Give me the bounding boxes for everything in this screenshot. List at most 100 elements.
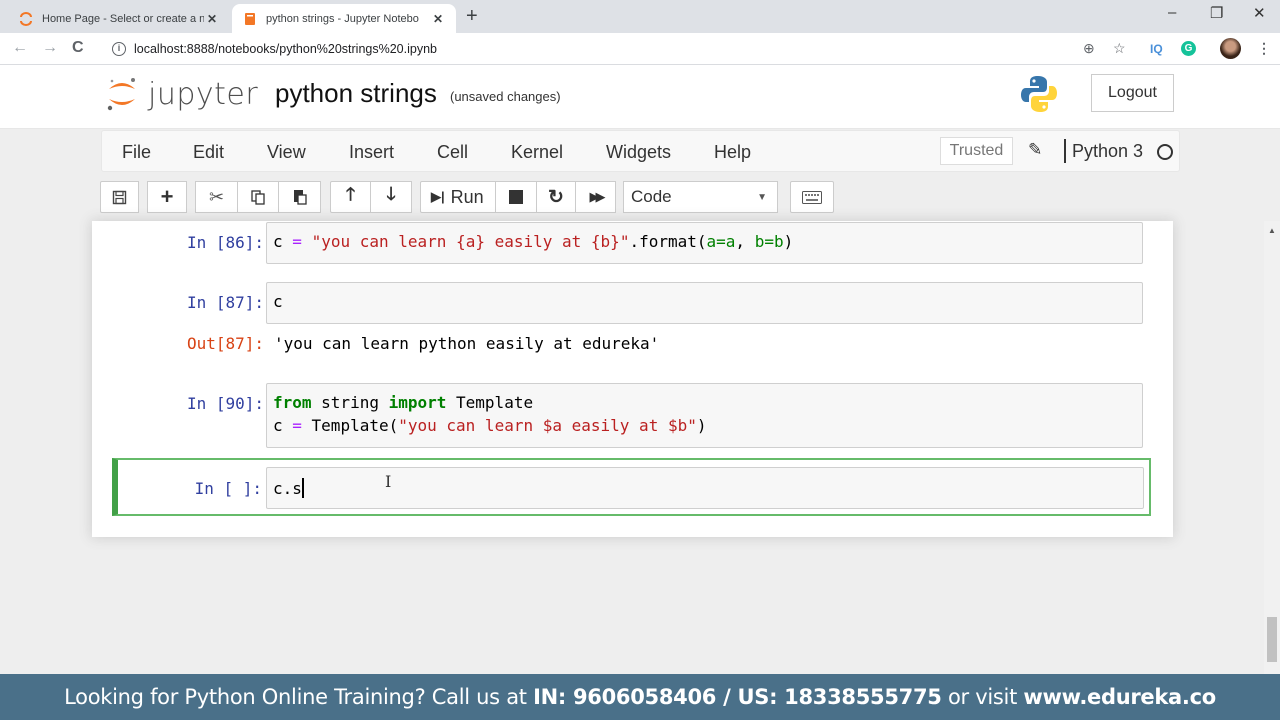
- tab-title: Home Page - Select or create a n: [42, 12, 204, 25]
- cell-type-select[interactable]: Code ▼: [623, 181, 778, 213]
- tab-python-strings[interactable]: python strings - Jupyter Notebo ✕: [232, 4, 456, 33]
- close-window-button[interactable]: ✕: [1253, 4, 1266, 22]
- interrupt-button[interactable]: [495, 181, 537, 213]
- jupyter-logo-icon: [107, 78, 135, 111]
- run-label: Run: [450, 186, 484, 207]
- jupyter-header: jupyter python strings (unsaved changes)…: [0, 65, 1280, 129]
- tab-home-page[interactable]: Home Page - Select or create a n ✕: [8, 4, 230, 33]
- fast-forward-icon: ▶▶: [589, 189, 606, 204]
- cell-input[interactable]: from string import Template c = Template…: [266, 383, 1143, 448]
- scroll-up-arrow-icon[interactable]: ▲: [1268, 226, 1276, 235]
- profile-avatar[interactable]: [1220, 38, 1241, 59]
- restart-run-all-button[interactable]: ▶▶: [575, 181, 616, 213]
- close-tab-icon[interactable]: ✕: [430, 12, 446, 26]
- grammarly-icon[interactable]: G: [1181, 41, 1196, 56]
- insert-cell-button[interactable]: +: [147, 181, 187, 213]
- menu-file[interactable]: File: [122, 142, 151, 163]
- copy-icon: [251, 190, 265, 205]
- close-tab-icon[interactable]: ✕: [204, 12, 220, 26]
- jupyter-icon: [18, 11, 34, 27]
- back-arrow-icon[interactable]: ←: [12, 39, 28, 57]
- banner-text: Looking for Python Online Training? Call…: [64, 685, 534, 709]
- cut-button[interactable]: ✂: [195, 181, 238, 213]
- banner-phone: IN: 9606058406 / US: 18338555775: [533, 685, 942, 709]
- restart-icon: ↻: [548, 186, 564, 208]
- move-down-button[interactable]: 🡓: [370, 181, 412, 213]
- paste-button[interactable]: [278, 181, 321, 213]
- code-cell[interactable]: In [90]: from string import Template c =…: [114, 383, 1150, 449]
- python-logo-icon: [1021, 76, 1057, 112]
- copy-button[interactable]: [237, 181, 279, 213]
- paste-icon: [293, 190, 307, 205]
- notebook-icon: [242, 11, 258, 27]
- text-caret: [301, 478, 304, 498]
- selected-code-cell[interactable]: In [ ]: c.s: [112, 458, 1151, 516]
- save-icon: [112, 190, 127, 204]
- menubar: File Edit View Insert Cell Kernel Widget…: [101, 130, 1180, 172]
- banner-text: or visit: [941, 685, 1024, 709]
- jupyter-logo[interactable]: jupyter: [106, 75, 258, 113]
- forward-arrow-icon[interactable]: →: [42, 39, 58, 57]
- menu-icon[interactable]: ⋮: [1257, 40, 1271, 57]
- save-status: (unsaved changes): [450, 89, 561, 104]
- jupyter-wordmark: jupyter: [148, 76, 259, 112]
- info-icon[interactable]: i: [112, 42, 126, 56]
- iq-icon[interactable]: IQ: [1150, 42, 1163, 56]
- dropdown-arrow-icon: ▼: [757, 192, 767, 203]
- scissors-icon: ✂: [208, 186, 225, 207]
- cell-type-value: Code: [631, 187, 672, 206]
- minimize-button[interactable]: –: [1168, 4, 1176, 21]
- cell-prompt: In [ ]:: [194, 479, 262, 498]
- run-button[interactable]: ▶| Run: [420, 181, 496, 213]
- browser-toolbar: ← → C i localhost:8888/notebooks/python%…: [0, 33, 1280, 65]
- cell-input[interactable]: c.s: [266, 467, 1144, 509]
- cell-prompt: In [90]:: [186, 394, 264, 413]
- menu-kernel[interactable]: Kernel: [511, 142, 563, 163]
- keyboard-icon: [802, 190, 822, 204]
- command-palette-button[interactable]: [790, 181, 834, 213]
- kernel-divider: [1064, 139, 1066, 163]
- output-prompt: Out[87]:: [186, 334, 264, 353]
- kernel-name: Python 3: [1072, 141, 1144, 161]
- arrow-down-icon: 🡓: [386, 184, 396, 204]
- notebook-title[interactable]: python strings: [275, 78, 437, 109]
- menu-view[interactable]: View: [267, 142, 306, 163]
- cell-input[interactable]: c = "you can learn {a} easily at {b}".fo…: [266, 222, 1143, 264]
- plus-icon: +: [160, 184, 174, 209]
- code-cell[interactable]: In [86]: c = "you can learn {a} easily a…: [114, 222, 1150, 266]
- logout-button[interactable]: Logout: [1091, 74, 1174, 112]
- restart-button[interactable]: ↻: [536, 181, 576, 213]
- scrollbar-thumb[interactable]: [1267, 617, 1277, 662]
- arrow-up-icon: 🡑: [345, 184, 356, 204]
- new-tab-button[interactable]: +: [466, 5, 478, 28]
- tab-title: python strings - Jupyter Notebo: [266, 12, 419, 25]
- restore-button[interactable]: ❐: [1210, 4, 1223, 22]
- step-forward-icon: ▶|: [431, 189, 445, 204]
- menu-insert[interactable]: Insert: [349, 142, 394, 163]
- menu-help[interactable]: Help: [714, 142, 751, 163]
- mouse-cursor-ibeam: I: [385, 472, 392, 491]
- browser-tab-strip: Home Page - Select or create a n ✕ pytho…: [0, 0, 1280, 33]
- trusted-indicator[interactable]: Trusted: [940, 137, 1013, 165]
- cell-input[interactable]: c: [266, 282, 1143, 324]
- promo-banner: Looking for Python Online Training? Call…: [0, 674, 1280, 720]
- zoom-icon[interactable]: ⊕: [1083, 40, 1095, 57]
- pencil-icon[interactable]: ✎: [1028, 140, 1042, 160]
- cell-prompt: In [87]:: [186, 293, 264, 312]
- banner-website: www.edureka.co: [1023, 685, 1216, 709]
- stop-icon: [509, 190, 523, 204]
- move-up-button[interactable]: 🡑: [330, 181, 371, 213]
- menu-edit[interactable]: Edit: [193, 142, 224, 163]
- kernel-idle-icon: [1157, 144, 1173, 160]
- address-bar[interactable]: i localhost:8888/notebooks/python%20stri…: [102, 36, 1142, 62]
- page-scrollbar[interactable]: [1264, 221, 1280, 674]
- code-cell[interactable]: In [87]: c Out[87]: 'you can learn pytho…: [114, 282, 1150, 367]
- menu-widgets[interactable]: Widgets: [606, 142, 671, 163]
- star-icon[interactable]: ☆: [1113, 40, 1126, 57]
- cell-output: 'you can learn python easily at edureka': [274, 334, 660, 353]
- url-text: localhost:8888/notebooks/python%20string…: [134, 42, 437, 56]
- menu-cell[interactable]: Cell: [437, 142, 468, 163]
- save-button[interactable]: [100, 181, 139, 213]
- reload-icon[interactable]: C: [72, 39, 84, 57]
- cell-prompt: In [86]:: [186, 233, 264, 252]
